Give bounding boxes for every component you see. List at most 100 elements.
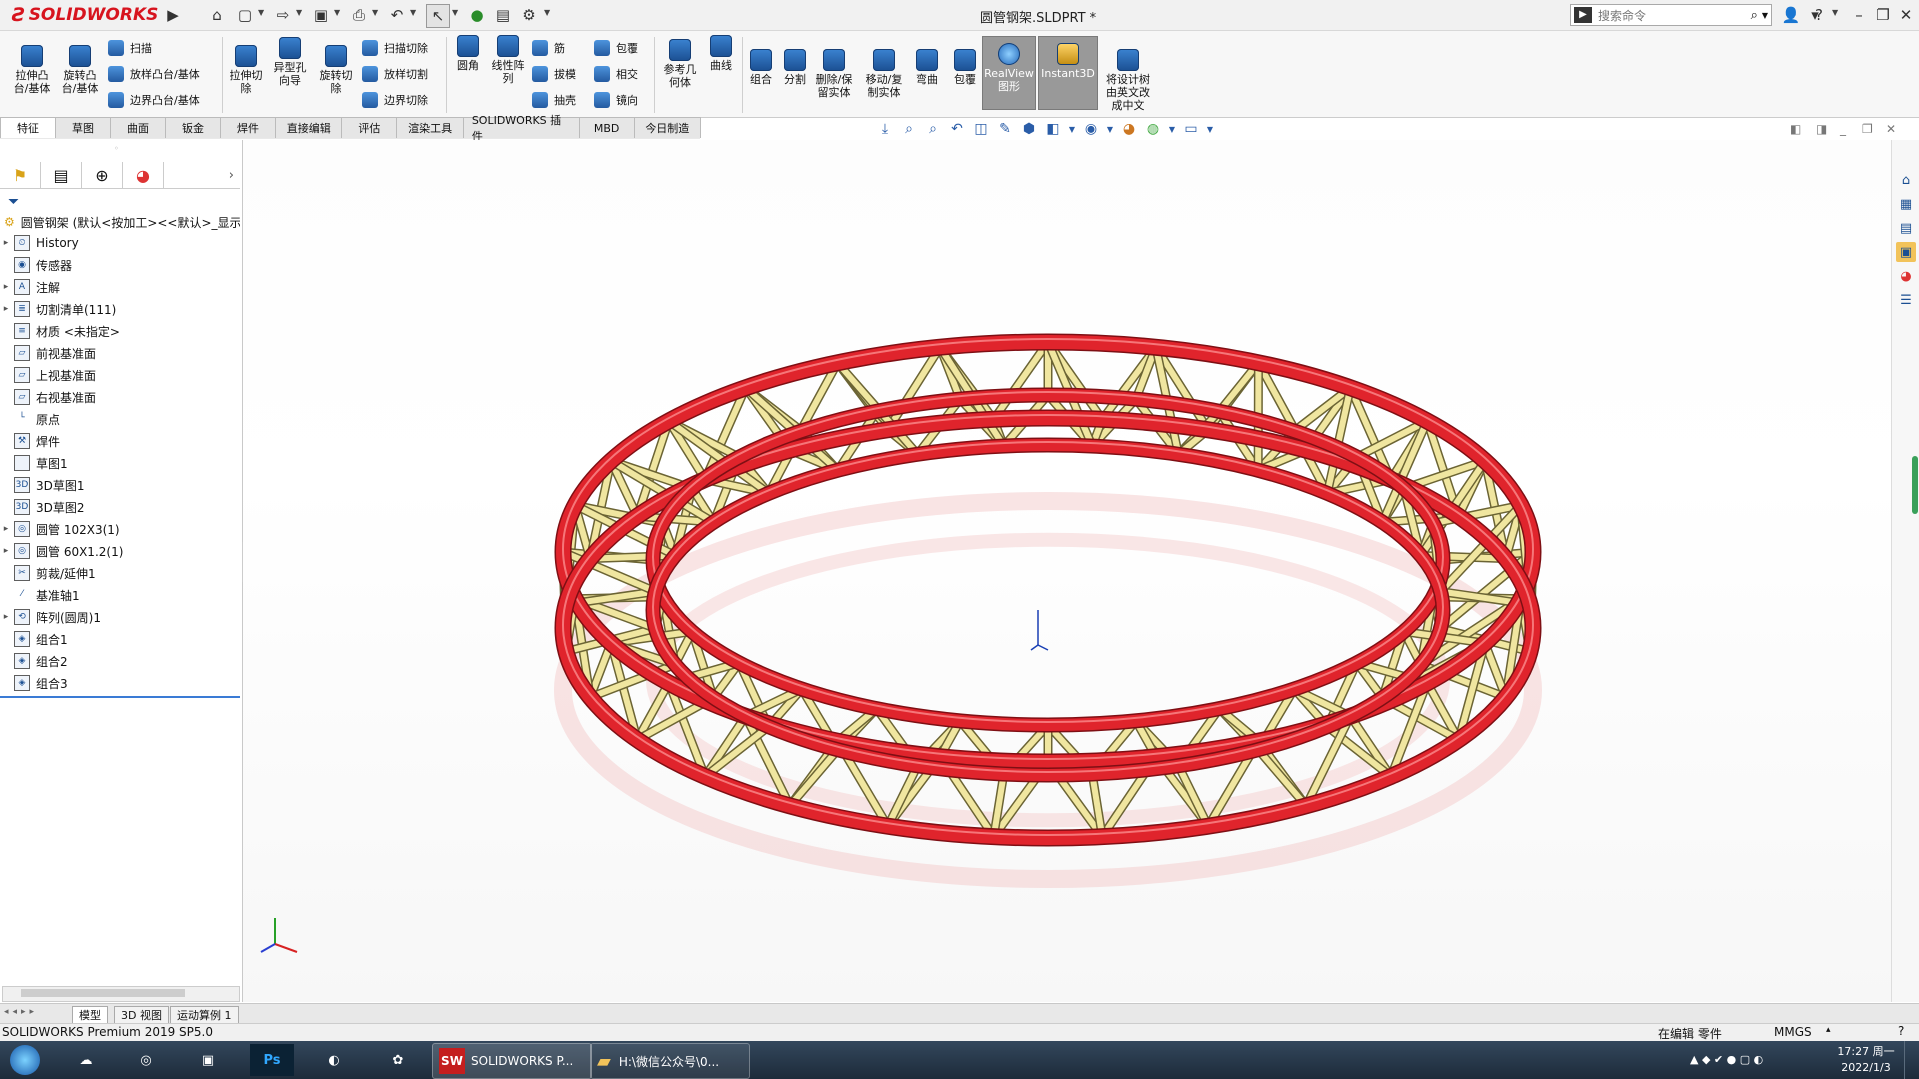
expand-arrow-icon[interactable]: ▸: [0, 546, 12, 556]
section-view-icon[interactable]: ◫: [971, 119, 991, 139]
tab-solidworks-addins[interactable]: SOLIDWORKS 插件: [462, 114, 580, 143]
baidu-netdisk-icon[interactable]: ☁: [64, 1044, 108, 1076]
boundary-cut-button[interactable]: 边界切除: [362, 91, 452, 109]
tree-root-part[interactable]: ⚙ 圆管钢架 (默认<按加工><<默认>_显示: [4, 212, 240, 232]
undo-icon[interactable]: ↶: [386, 4, 408, 26]
custom-properties-icon[interactable]: ☰: [1896, 290, 1916, 310]
tab-features[interactable]: 特征: [0, 117, 56, 138]
delete-keep-body-button[interactable]: 删除/保 留实体: [812, 49, 856, 99]
help-icon[interactable]: ?: [1806, 4, 1832, 26]
sweep-button[interactable]: 扫描: [108, 39, 218, 57]
help-dropdown-icon[interactable]: ▼: [1832, 8, 1838, 17]
feature-manager-tab-icon[interactable]: ⚑: [0, 162, 41, 188]
tab-motion-study-1[interactable]: 运动算例 1: [170, 1006, 239, 1024]
tree-item-top-plane[interactable]: ▱ 上视基准面: [0, 364, 240, 386]
shell-button[interactable]: 抽壳: [532, 91, 588, 109]
select-dropdown-icon[interactable]: ▼: [452, 8, 458, 17]
expand-arrow-icon[interactable]: ▸: [0, 238, 12, 248]
photoshop-icon[interactable]: Ps: [250, 1044, 294, 1076]
lofted-cut-button[interactable]: 放样切割: [362, 65, 452, 83]
tab-surfaces[interactable]: 曲面: [110, 117, 166, 138]
swept-cut-button[interactable]: 扫描切除: [362, 39, 452, 57]
design-library-icon[interactable]: ▦: [1896, 194, 1916, 214]
boundary-boss-button[interactable]: 边界凸台/基体: [108, 91, 218, 109]
expand-menu-arrow-icon[interactable]: ▶: [162, 4, 184, 26]
linear-pattern-button[interactable]: 线性阵 列: [488, 35, 528, 85]
tree-item-annotations[interactable]: ▸ A 注解: [0, 276, 240, 298]
appearances-scenes-icon[interactable]: ◕: [1896, 266, 1916, 286]
reference-geometry-button[interactable]: 参考几 何体: [658, 39, 702, 89]
apply-scene-icon[interactable]: ◍: [1143, 119, 1163, 139]
tree-item-origin[interactable]: └ 原点: [0, 408, 240, 430]
obs-icon[interactable]: ◐: [312, 1044, 356, 1076]
viewport-tile-right-icon[interactable]: ◨: [1816, 122, 1827, 136]
tree-item-axis1[interactable]: ⁄ 基准轴1: [0, 584, 240, 606]
open-dropdown-icon[interactable]: ▼: [296, 8, 302, 17]
app-icon[interactable]: ▣: [186, 1044, 230, 1076]
taskbar-solidworks[interactable]: SW SOLIDWORKS P...: [432, 1043, 592, 1079]
tree-item-sensors[interactable]: ◉ 传感器: [0, 254, 240, 276]
wrap-button[interactable]: 包覆: [594, 39, 650, 57]
tree-item-sketch1[interactable]: 草图1: [0, 452, 240, 474]
split-button[interactable]: 分割: [778, 49, 812, 86]
mirror-button[interactable]: 镜向: [594, 91, 650, 109]
flex-button[interactable]: 弯曲: [910, 49, 944, 86]
rib-button[interactable]: 筋: [532, 39, 588, 57]
tab-render-tools[interactable]: 渲染工具: [396, 117, 464, 138]
help-status-icon[interactable]: ?: [1898, 1024, 1904, 1038]
viewport-tile-left-icon[interactable]: ◧: [1790, 122, 1801, 136]
move-copy-body-button[interactable]: 移动/复 制实体: [862, 49, 906, 99]
panel-splitter-handle[interactable]: ◦: [114, 144, 119, 153]
tree-item-3dsketch1[interactable]: 3D 3D草图1: [0, 474, 240, 496]
search-icon[interactable]: ⌕: [1751, 8, 1758, 23]
fillet-button[interactable]: 圆角: [450, 35, 486, 72]
loft-boss-button[interactable]: 放样凸台/基体: [108, 65, 218, 83]
options-dropdown-icon[interactable]: ▼: [544, 8, 550, 17]
extrude-boss-button[interactable]: 拉伸凸 台/基体: [10, 45, 54, 95]
panel-horizontal-scrollbar[interactable]: [2, 986, 240, 1002]
scrollbar-thumb[interactable]: [21, 989, 185, 997]
curves-button[interactable]: 曲线: [704, 35, 738, 72]
zoom-to-area-icon[interactable]: ⌕: [923, 119, 943, 139]
user-account-icon[interactable]: 👤: [1778, 4, 1804, 26]
unit-system[interactable]: MMGS: [1774, 1025, 1812, 1039]
expand-arrow-icon[interactable]: ▸: [0, 612, 12, 622]
options-gear-icon[interactable]: ⚙: [518, 4, 540, 26]
display-style-dropdown-icon[interactable]: ▼: [1067, 119, 1077, 139]
tab-evaluate[interactable]: 评估: [341, 117, 398, 138]
tree-item-front-plane[interactable]: ▱ 前视基准面: [0, 342, 240, 364]
revolve-boss-button[interactable]: 旋转凸 台/基体: [58, 45, 102, 95]
tab-sheet-metal[interactable]: 钣金: [165, 117, 221, 138]
tree-item-right-plane[interactable]: ▱ 右视基准面: [0, 386, 240, 408]
display-manager-tab-icon[interactable]: ◕: [123, 162, 164, 188]
expand-arrow-icon[interactable]: ▸: [0, 524, 12, 534]
solidworks-resources-icon[interactable]: ⌂: [1896, 170, 1916, 190]
zoom-to-fit-icon[interactable]: ⌕: [899, 119, 919, 139]
tab-manufacturing[interactable]: 今日制造: [633, 117, 702, 138]
combine-button[interactable]: 组合: [744, 49, 778, 86]
viewport-restore-icon[interactable]: ❐: [1862, 122, 1873, 136]
tree-item-history[interactable]: ▸ ⏲ History: [0, 232, 240, 254]
property-manager-tab-icon[interactable]: ▤: [41, 162, 82, 188]
tree-item-combine1[interactable]: ◈ 组合1: [0, 628, 240, 650]
view-settings-dropdown-icon[interactable]: ▼: [1205, 119, 1215, 139]
expand-arrow-icon[interactable]: ▸: [0, 282, 12, 292]
tray-icons[interactable]: ▲ ◆ ✔ ● ▢ ◐: [1690, 1053, 1763, 1066]
tab-direct-editing[interactable]: 直接编辑: [275, 117, 343, 138]
open-icon[interactable]: ⇨: [272, 4, 294, 26]
revolve-cut-button[interactable]: 旋转切 除: [316, 45, 356, 95]
tree-item-combine3[interactable]: ◈ 组合3: [0, 672, 240, 694]
taskbar-folder[interactable]: ▰ H:\微信公众号\0...: [590, 1043, 750, 1079]
configuration-manager-tab-icon[interactable]: ⊕: [82, 162, 123, 188]
wrap-tool-button[interactable]: 包覆: [948, 49, 982, 86]
tab-scroll-arrows-icon[interactable]: ◂◂▸▸: [4, 1007, 38, 1017]
instant3d-button[interactable]: Instant3D: [1038, 36, 1098, 110]
select-cursor-icon[interactable]: ↖: [426, 4, 450, 28]
hole-wizard-button[interactable]: 异型孔 向导: [270, 37, 310, 87]
display-style-icon[interactable]: ◧: [1043, 119, 1063, 139]
previous-view-icon[interactable]: ⤓: [875, 119, 895, 139]
panel-expand-arrow-icon[interactable]: ›: [164, 162, 240, 188]
task-pane-slider[interactable]: [1912, 456, 1918, 514]
translate-tree-button[interactable]: 将设计树 由英文改 成中文: [1100, 49, 1156, 112]
show-desktop-button[interactable]: [1904, 1041, 1919, 1079]
